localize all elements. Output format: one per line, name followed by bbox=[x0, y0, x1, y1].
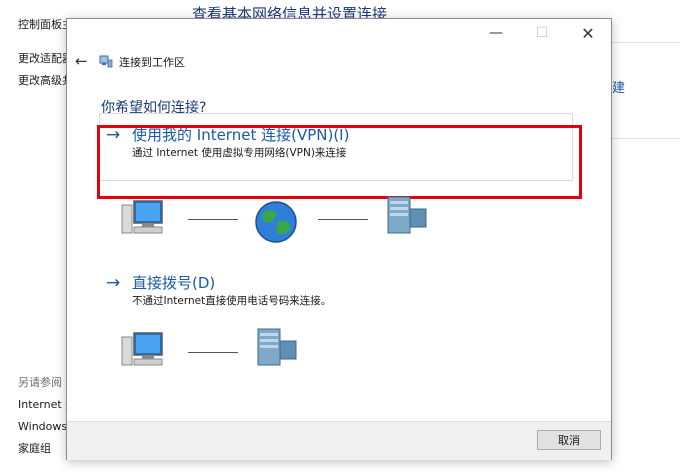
button-bar: 取消 bbox=[67, 421, 611, 460]
divider bbox=[612, 138, 680, 139]
internet-globe-icon bbox=[255, 201, 297, 243]
connection-line bbox=[188, 352, 238, 353]
red-highlight-box bbox=[97, 125, 582, 199]
minimize-button[interactable]: — bbox=[473, 19, 519, 47]
homegroup-link[interactable]: 家庭组 bbox=[18, 440, 51, 456]
divider bbox=[612, 42, 680, 43]
see-also-label: 另请参阅 bbox=[18, 376, 62, 389]
dialup-option[interactable]: → 直接拨号(D) 不通过Internet直接使用电话号码来连接。 bbox=[100, 273, 570, 313]
computer-icon bbox=[121, 332, 163, 366]
dialog-nav: ← 连接到工作区 bbox=[67, 49, 611, 75]
close-button[interactable]: ✕ bbox=[565, 19, 611, 47]
dialup-option-desc: 不通过Internet直接使用电话号码来连接。 bbox=[132, 295, 332, 307]
dialup-option-title[interactable]: 直接拨号(D) bbox=[132, 273, 215, 293]
title-bar[interactable]: — ☐ ✕ bbox=[67, 19, 611, 47]
workplace-network-icon bbox=[99, 55, 113, 68]
connection-line bbox=[188, 219, 238, 220]
arrow-right-icon: → bbox=[106, 273, 121, 293]
maximize-button: ☐ bbox=[535, 25, 549, 41]
cancel-button[interactable]: 取消 bbox=[537, 430, 601, 450]
server-icon bbox=[257, 328, 297, 366]
computer-icon bbox=[121, 200, 163, 234]
server-icon bbox=[387, 196, 427, 234]
change-advanced-sharing-link[interactable]: 更改高级共 bbox=[18, 72, 73, 88]
dialog-title: 连接到工作区 bbox=[119, 56, 185, 69]
back-arrow-icon[interactable]: ← bbox=[75, 52, 88, 70]
change-adapter-link[interactable]: 更改适配器 bbox=[18, 50, 73, 66]
connection-line bbox=[318, 219, 368, 220]
setup-connection-link[interactable]: 建 bbox=[612, 77, 625, 96]
